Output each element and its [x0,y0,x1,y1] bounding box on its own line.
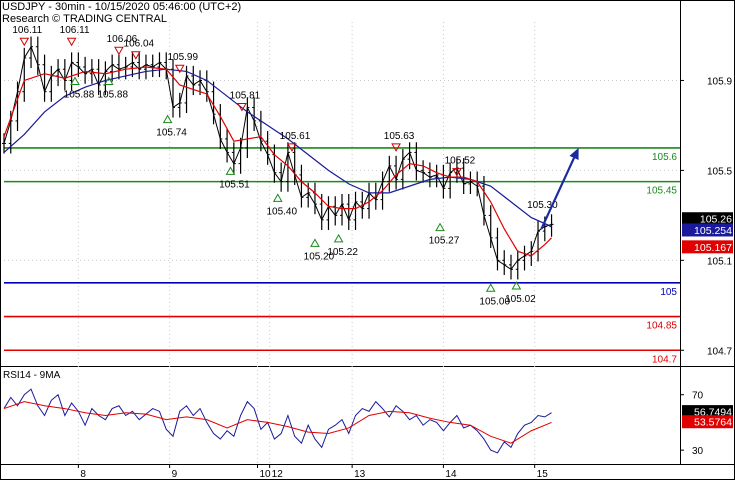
pivot-label: 105.51 [219,179,250,190]
level-label: 104.7 [652,354,677,365]
pivot-up-marker [272,193,283,202]
x-tick-label: 10 [260,469,272,480]
pivot-down-marker [19,37,30,47]
rsi-panel: RSI14 - 9MA [3,370,552,454]
value-tag-text: 53.5764 [694,417,732,429]
pivot-label: 105.88 [97,89,128,100]
pivot-label: 105.52 [445,156,476,167]
level-label: 105.45 [646,186,677,197]
projection-arrow [540,147,579,230]
y-tick-label: 105.5 [707,166,732,177]
rsi-title: RSI14 - 9MA [3,370,61,381]
pivot-label: 105.22 [327,247,358,258]
pivot-label: 105.74 [156,128,187,139]
x-tick-label: 8 [80,469,86,480]
pivot-down-marker [66,37,77,47]
pivot-down-marker [114,46,124,56]
value-tag-text: 105.254 [694,225,732,237]
pivot-label: 106.04 [124,39,155,50]
level-label: 105.6 [652,152,677,163]
pivot-label: 105.27 [429,236,460,247]
x-tick-label: 14 [445,469,457,480]
pivot-label: 105.81 [230,90,261,101]
pivot-label: 105.99 [167,52,198,63]
pivot-label: 105.40 [266,206,297,217]
right-price-labels: 105.26105.254105.16756.749453.5764 [682,212,733,429]
arrow-shaft [540,157,576,230]
x-tick-label: 12 [272,469,284,480]
pivot-label: 105.02 [505,294,536,305]
pivot-up-marker [162,114,173,124]
pivot-label: 105.63 [384,131,415,142]
level-label: 105 [660,287,677,298]
pivot-up-marker [333,233,344,243]
pivot-label: 105.61 [280,131,311,142]
x-tick-label: 13 [354,469,366,480]
chart-canvas: 105.6 105.45 105 104.85 104.7 106.11 106.11 10… [0,0,735,480]
y-tick-label: 105.9 [707,76,732,87]
value-tag-text: 105.167 [694,242,732,254]
pivot-up-marker [310,238,320,247]
rsi-line [3,388,552,454]
pivot-markers: 106.11 106.11106.06106.04105.99105.81105.… [12,25,558,307]
y-tick-label: 104.7 [707,346,732,357]
pivot-label: 106.11 [60,25,90,36]
rsi-y-tick-label: 30 [692,446,704,457]
rsi-y-tick-label: 70 [692,391,704,402]
x-tick-label: 15 [537,469,549,480]
pivot-up-marker [485,283,496,292]
level-label: 104.85 [646,321,677,332]
pivot-up-marker [435,222,445,232]
x-tick-label: 9 [172,469,178,480]
pivot-label: 105.88 [64,89,95,100]
y-tick-label: 105.1 [707,256,732,267]
pivot-label: 106.11 [12,25,42,36]
